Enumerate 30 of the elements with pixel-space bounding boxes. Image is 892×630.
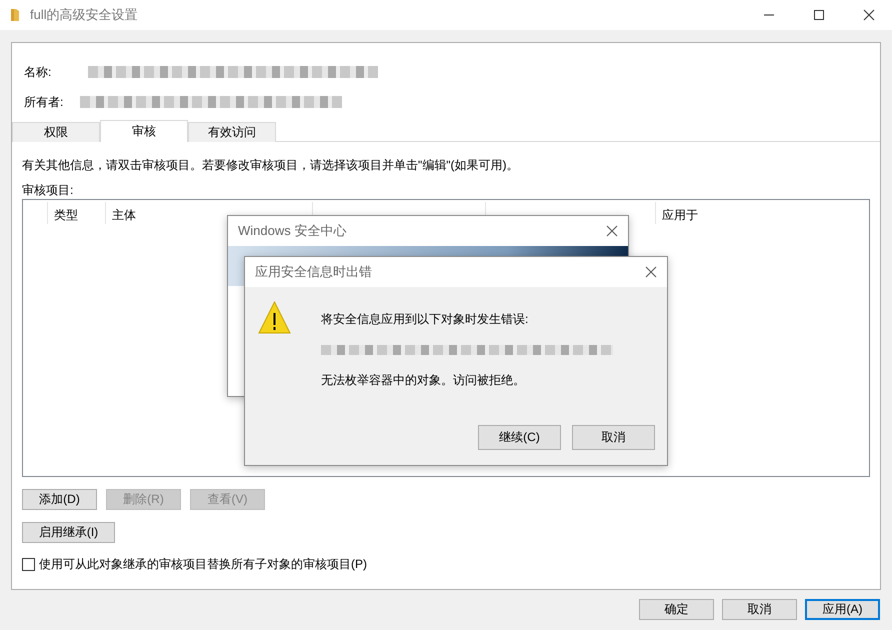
checkbox-label: 使用可从此对象继承的审核项目替换所有子对象的审核项目(P): [39, 556, 367, 573]
checkbox[interactable]: [22, 558, 35, 571]
field-label: 名称:: [24, 64, 52, 80]
info-text: 有关其他信息，请双击审核项目。若要修改审核项目，请选择该项目并单击"编辑"(如果可用)。: [22, 158, 520, 172]
folder-icon: [10, 8, 20, 22]
inherit-button[interactable]: 启用继承(I): [22, 522, 115, 543]
close-icon[interactable]: [863, 9, 875, 21]
column-header[interactable]: 应用于: [662, 208, 698, 222]
close-icon[interactable]: [606, 225, 618, 237]
maximize-icon[interactable]: [813, 9, 825, 21]
error-detail: 无法枚举容器中的对象。访问被拒绝。: [321, 372, 526, 389]
dialog-button[interactable]: 继续(C): [478, 425, 561, 450]
dialog-button[interactable]: 取消: [572, 425, 655, 450]
footer-button[interactable]: 确定: [639, 599, 714, 620]
error-message: 将安全信息应用到以下对象时发生错误:: [321, 311, 530, 328]
tab[interactable]: 审核: [100, 120, 188, 142]
entry-button[interactable]: 添加(D): [22, 489, 97, 510]
close-icon[interactable]: [645, 266, 657, 278]
dialog-title: 应用安全信息时出错: [255, 263, 372, 281]
tab[interactable]: 有效访问: [188, 122, 276, 142]
footer-button[interactable]: 应用(A): [805, 599, 880, 620]
dialog-title: Windows 安全中心: [238, 222, 346, 240]
field-label: 所有者:: [24, 94, 64, 110]
table-label: 审核项目:: [22, 183, 74, 197]
column-header[interactable]: 主体: [112, 208, 136, 222]
footer-button[interactable]: 取消: [722, 599, 797, 620]
warning-icon: [258, 301, 291, 334]
column-header[interactable]: 类型: [54, 208, 78, 222]
tab[interactable]: 权限: [12, 122, 100, 142]
window-title: full的高级安全设置: [30, 6, 138, 24]
